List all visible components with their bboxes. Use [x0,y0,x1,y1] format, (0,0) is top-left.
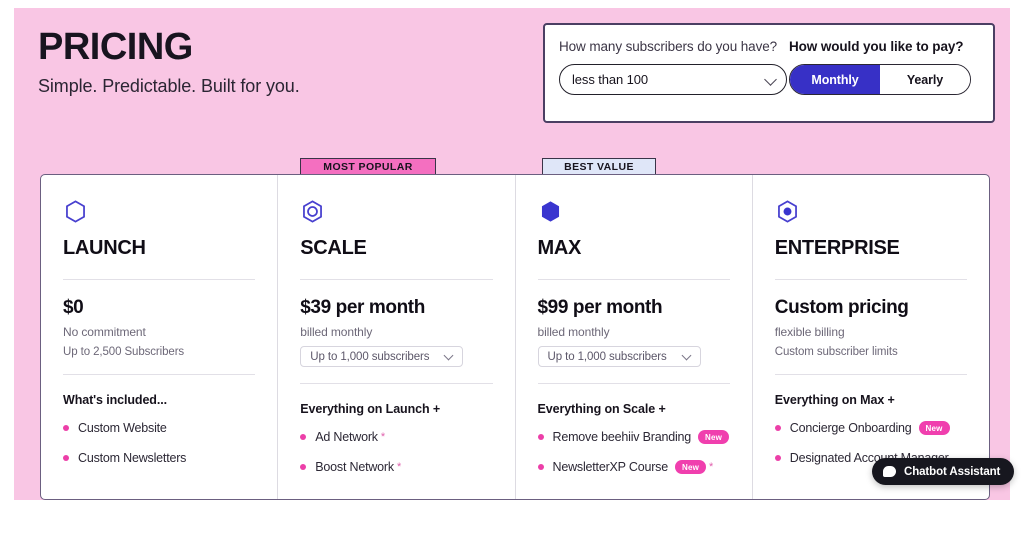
feature-label: Remove beehiiv Branding [552,430,692,444]
billing-toggle-yearly[interactable]: Yearly [880,65,970,94]
billing-toggle: Monthly Yearly [789,64,971,95]
plan-name: MAX [537,237,582,259]
divider [300,279,493,280]
plan-feature-list: Ad Network * Boost Network * [300,430,492,474]
list-item: Custom Newsletters [63,451,255,465]
new-badge: New [674,460,707,474]
feature-label: Custom Newsletters [78,451,187,465]
plan-included-title: Everything on Launch + [300,402,441,416]
feature-label: Ad Network [315,430,378,444]
plan-name: SCALE [300,237,367,259]
asterisk-marker: * [396,461,402,473]
chevron-down-icon [443,350,454,361]
plan-subscriber-select[interactable]: Up to 1,000 subscribers [537,346,701,367]
plan-included-title: Everything on Scale + [537,402,666,416]
plan-card-max: MAX $99 per month billed monthly Up to 1… [516,175,753,499]
pricing-cards: LAUNCH $0 No commitment Up to 2,500 Subs… [40,174,990,500]
plan-feature-list: Remove beehiiv Branding New NewsletterXP… [537,430,730,474]
hero-section: PRICING Simple. Predictable. Built for y… [14,8,1010,500]
plan-subscriber-select[interactable]: Up to 1,000 subscribers [300,346,464,367]
asterisk-marker: * [709,461,714,473]
subscribers-label: How many subscribers do you have? [559,39,778,54]
list-item: Boost Network * [300,460,492,474]
subscribers-dropdown[interactable]: less than 100 [559,64,787,95]
feature-label: Concierge Onboarding [789,421,912,435]
pricing-page: PRICING Simple. Predictable. Built for y… [0,0,1024,536]
list-item: NewsletterXP Course New * [537,460,730,474]
divider [537,279,730,280]
plan-included-title: Everything on Max + [774,393,895,407]
list-item: Remove beehiiv Branding New [537,430,730,444]
hexagon-dot-icon [777,200,797,223]
divider [774,374,967,375]
plan-subscriber-limit: Custom subscriber limits [774,346,898,358]
list-item: Custom Website [63,421,255,435]
billing-toggle-monthly[interactable]: Monthly [790,65,880,94]
asterisk-marker: * [380,431,386,443]
bullet-icon [537,434,544,440]
plan-price-sub: billed monthly [300,325,373,339]
plan-card-enterprise: ENTERPRISE Custom pricing flexible billi… [753,175,989,499]
plan-subscriber-limit: Up to 1,000 subscribers [547,350,667,363]
page-title: PRICING [38,26,193,68]
plan-card-scale: SCALE $39 per month billed monthly Up to… [278,175,516,499]
list-item: Ad Network * [300,430,492,444]
bullet-icon [774,425,781,431]
plan-price: $0 [63,297,84,318]
plan-subscriber-limit: Up to 2,500 Subscribers [63,346,185,358]
list-item: Concierge Onboarding New [774,421,967,435]
feature-label: Boost Network [315,460,394,474]
chevron-down-icon [681,350,691,361]
hexagon-outline-icon [66,200,85,223]
chevron-down-icon [764,72,777,86]
subscribers-dropdown-value: less than 100 [572,72,649,87]
chatbot-assistant-button[interactable]: Chatbot Assistant [872,458,1015,485]
plan-price-sub: No commitment [63,325,146,339]
feature-label: NewsletterXP Course [552,460,669,474]
plan-selector-panel: How many subscribers do you have? less t… [543,23,995,123]
divider [300,383,493,384]
plan-price: $99 per month [537,297,663,318]
plan-name: LAUNCH [63,237,146,259]
hexagon-solid-icon [541,201,559,222]
bullet-icon [63,455,69,461]
plan-price: Custom pricing [774,297,909,318]
new-badge: New [918,421,950,435]
plan-card-launch: LAUNCH $0 No commitment Up to 2,500 Subs… [41,175,279,499]
bullet-icon [300,464,307,470]
plan-name: ENTERPRISE [774,237,900,259]
chat-bubble-icon [883,466,896,477]
plan-subscriber-limit: Up to 1,000 subscribers [310,350,430,363]
feature-label: Custom Website [78,421,167,435]
bullet-icon [537,464,544,470]
billing-label: How would you like to pay? [789,39,964,54]
plan-feature-list: Custom Website Custom Newsletters [63,421,255,465]
subscribers-group: How many subscribers do you have? less t… [559,39,787,95]
plan-price-sub: billed monthly [537,325,610,339]
new-badge: New [698,430,730,444]
bullet-icon [774,455,781,461]
plan-price: $39 per month [300,297,425,318]
bullet-icon [63,425,69,431]
divider [774,279,967,280]
hexagon-ring-icon [303,200,323,223]
chatbot-label: Chatbot Assistant [904,465,1001,478]
plan-price-sub: flexible billing [774,325,845,339]
bullet-icon [300,434,307,440]
divider [63,374,256,375]
divider [537,383,730,384]
billing-group: How would you like to pay? Monthly Yearl… [789,39,971,95]
divider [63,279,256,280]
plan-included-title: What's included... [63,393,167,407]
page-subtitle: Simple. Predictable. Built for you. [38,76,300,96]
